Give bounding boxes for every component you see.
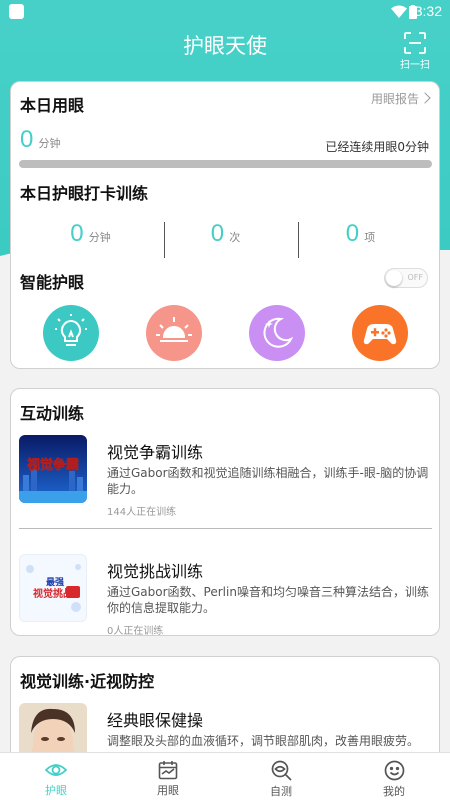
notification-icon — [9, 4, 24, 19]
usage-minutes-unit: 分钟 — [38, 137, 61, 150]
bulb-icon — [55, 314, 87, 346]
challenge-title: 视觉挑战训练 — [107, 562, 204, 581]
toggle-knob — [386, 270, 402, 286]
contest-description: 通过Gabor函数和视觉追随训练相融合，训练手-眼-脑的协调能力。 — [107, 466, 429, 496]
stat-value: 0 — [345, 220, 360, 247]
training-item-challenge[interactable]: 最强 视觉挑战 视觉挑战训练 通过Gabor函数、Perlin噪音和均匀噪音三种… — [11, 554, 441, 654]
usage-progress-bar — [19, 160, 432, 168]
vision-training-card: 视觉训练·近视防控 经典眼保健操 调整眼及头部的血液循环，调节眼部肌肉，改善用眼… — [10, 656, 440, 771]
checkin-stat-times: 0 次 — [154, 220, 297, 248]
checkin-stats: 0 分钟 0 次 0 项 — [11, 220, 441, 260]
eye-report-label: 用眼报告 — [370, 92, 419, 106]
stat-unit: 项 — [364, 231, 376, 244]
challenge-thumb-text-1: 最强 — [46, 576, 64, 588]
challenge-description: 通过Gabor函数、Perlin噪音和均匀噪音三种算法结合，训练你的信息提取能力… — [107, 585, 429, 615]
contest-count: 144人正在训练 — [107, 507, 177, 518]
stat-unit: 分钟 — [88, 231, 111, 244]
interactive-training-card: 互动训练 视觉争霸 视觉争霸训练 通过Gabor函数和视觉追随训练相融合，训练手… — [10, 388, 441, 637]
contest-thumb-text: 视觉争霸 — [27, 457, 79, 473]
today-usage-card: 本日用眼 用眼报告 0 分钟 已经连续用眼0分钟 本日护眼打卡训练 0 分钟 0… — [10, 81, 440, 369]
scan-button[interactable]: 扫一扫 — [395, 32, 435, 72]
app-title: 护眼天使 — [183, 34, 267, 58]
moon-button[interactable] — [249, 305, 305, 361]
vision-training-title: 视觉训练·近视防控 — [20, 672, 155, 691]
challenge-thumbnail: 最强 视觉挑战 — [19, 554, 87, 622]
bottom-tab-bar: 护眼 用眼 自测 我的 — [0, 752, 450, 800]
eye-report-link[interactable]: 用眼报告 — [370, 90, 431, 107]
tab-usage[interactable]: 用眼 — [112, 753, 224, 800]
continuous-usage-text: 已经连续用眼0分钟 — [325, 140, 429, 154]
gamepad-button[interactable] — [352, 305, 408, 361]
search-eye-icon — [271, 760, 292, 781]
contest-title: 视觉争霸训练 — [107, 443, 204, 462]
tab-label: 自测 — [270, 785, 292, 798]
sun-icon — [156, 317, 192, 342]
interactive-training-title: 互动训练 — [20, 404, 85, 423]
smart-care-title: 智能护眼 — [20, 273, 85, 292]
challenge-thumb-text-2: 视觉挑战 — [33, 587, 73, 600]
status-bar: 3:32 — [0, 0, 450, 24]
wifi-icon — [391, 5, 407, 18]
scan-icon — [404, 32, 426, 54]
toggle-label: OFF — [407, 273, 424, 282]
stat-value: 0 — [210, 220, 225, 247]
chevron-right-icon — [419, 92, 431, 104]
stat-value: 0 — [70, 220, 84, 247]
tab-self-test[interactable]: 自测 — [225, 753, 337, 800]
eye-icon — [45, 764, 67, 776]
calendar-icon — [158, 761, 178, 780]
moon-icon — [263, 317, 294, 348]
status-time: 3:32 — [414, 3, 442, 19]
eye-exercise-description: 调整眼及头部的血液循环，调节眼部肌肉，改善用眼疲劳。 — [107, 734, 420, 748]
challenge-count: 0人正在训练 — [107, 626, 164, 637]
tab-label: 护眼 — [45, 784, 67, 797]
training-item-contest[interactable]: 视觉争霸 视觉争霸训练 通过Gabor函数和视觉追随训练相融合，训练手-眼-脑的… — [11, 435, 441, 535]
sun-button[interactable] — [146, 305, 202, 361]
checkin-title: 本日护眼打卡训练 — [20, 184, 149, 203]
usage-minutes-value: 0 — [20, 126, 34, 153]
item-divider — [19, 528, 432, 529]
eye-exercise-title: 经典眼保健操 — [107, 711, 204, 730]
gamepad-icon — [363, 324, 397, 345]
tab-label: 用眼 — [157, 784, 179, 797]
tab-label: 我的 — [383, 785, 405, 798]
today-usage-title: 本日用眼 — [20, 96, 85, 115]
checkin-stat-minutes: 0 分钟 — [19, 220, 162, 248]
contest-thumbnail: 视觉争霸 — [19, 435, 87, 503]
checkin-stat-items: 0 项 — [289, 220, 432, 248]
smart-care-toggle[interactable]: OFF — [384, 268, 428, 288]
smiley-icon — [384, 760, 404, 781]
bulb-button[interactable] — [43, 305, 99, 361]
tab-profile[interactable]: 我的 — [338, 753, 450, 800]
tab-eye-care[interactable]: 护眼 — [0, 753, 112, 800]
stat-unit: 次 — [229, 231, 241, 244]
usage-minutes: 0 分钟 — [20, 126, 60, 154]
scan-label: 扫一扫 — [400, 60, 430, 71]
